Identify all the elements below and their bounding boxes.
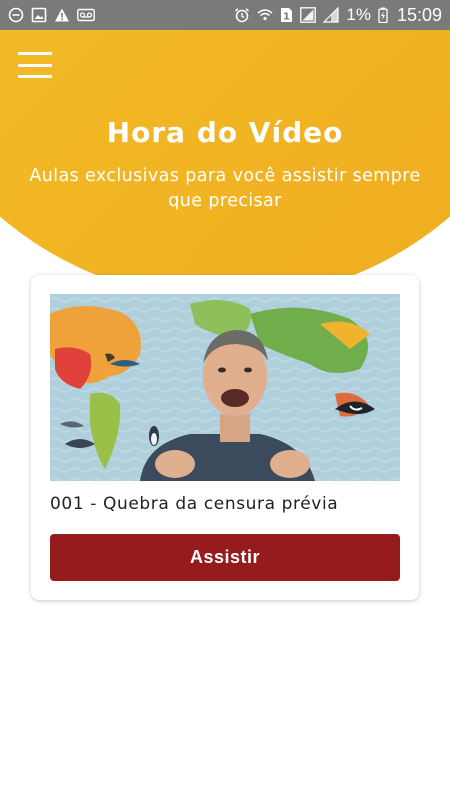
status-bar-right: 1 1% 15:09 (234, 5, 442, 26)
battery-charging-icon (378, 7, 388, 23)
battery-percent: 1% (346, 5, 371, 24)
menu-bar (18, 52, 52, 55)
voicemail-icon (77, 7, 95, 23)
video-thumbnail[interactable] (50, 294, 400, 481)
image-icon (31, 7, 47, 23)
video-card: 001 - Quebra da censura prévia Assistir (31, 275, 419, 600)
page-subtitle: Aulas exclusivas para você assistir semp… (29, 166, 421, 211)
video-title: 001 - Quebra da censura prévia (50, 494, 339, 514)
alarm-icon (234, 7, 250, 23)
warning-icon (54, 7, 70, 23)
menu-bar (18, 75, 52, 78)
status-bar-left (8, 7, 95, 23)
clock: 15:09 (396, 4, 442, 25)
wifi-icon (257, 7, 273, 23)
watch-button[interactable]: Assistir (50, 534, 400, 581)
menu-bar (18, 63, 52, 67)
status-bar: 1 1% 15:09 (0, 0, 450, 30)
hamburger-menu-icon[interactable] (18, 52, 52, 78)
do-not-disturb-icon (8, 7, 24, 23)
signal-icon (300, 7, 317, 23)
signal-icon (323, 7, 339, 23)
sim-1-icon: 1 (280, 7, 293, 23)
svg-text:1: 1 (283, 12, 290, 23)
page-title: Hora do Vídeo (106, 116, 344, 149)
